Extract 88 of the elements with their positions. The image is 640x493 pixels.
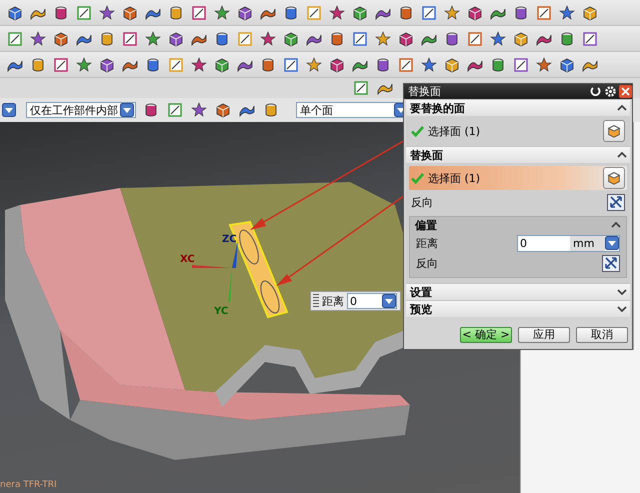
checkmark-icon: [411, 126, 424, 136]
collapse-icon[interactable]: [617, 104, 627, 112]
cube-icon[interactable]: [167, 30, 185, 48]
cube-icon[interactable]: [581, 4, 599, 22]
distance-label: 距离: [416, 236, 438, 250]
star-icon[interactable]: [443, 4, 461, 22]
distance-field[interactable]: 0: [347, 293, 397, 309]
cube-icon[interactable]: [282, 30, 300, 48]
frame-icon[interactable]: [236, 30, 254, 48]
cube-icon[interactable]: [512, 30, 530, 48]
star-icon[interactable]: [328, 4, 346, 22]
frame-icon[interactable]: [305, 4, 323, 22]
settings-icon[interactable]: [604, 85, 617, 98]
cube-icon[interactable]: [351, 4, 369, 22]
cube-icon[interactable]: [121, 4, 139, 22]
cube-icon: [606, 170, 622, 186]
frame-icon[interactable]: [351, 30, 369, 48]
frame-icon[interactable]: [52, 56, 70, 74]
cube-icon[interactable]: [52, 30, 70, 48]
cube-icon[interactable]: [6, 4, 24, 22]
view-name: nera TFR-TRI: [0, 480, 57, 490]
star-icon[interactable]: [374, 30, 392, 48]
section-header[interactable]: 要替换的面: [406, 99, 630, 116]
star-icon[interactable]: [144, 30, 162, 48]
star-icon[interactable]: [213, 4, 231, 22]
distance-field[interactable]: 0 mm: [517, 234, 620, 252]
dialog-button[interactable]: 取消: [576, 327, 628, 343]
cube-icon[interactable]: [213, 56, 231, 74]
frame-icon[interactable]: [121, 30, 139, 48]
dialog-title: 替换面: [408, 84, 442, 99]
frame-icon[interactable]: [420, 4, 438, 22]
cube-icon[interactable]: [98, 56, 116, 74]
star-icon[interactable]: [259, 30, 277, 48]
star-icon[interactable]: [420, 56, 438, 74]
frame-icon[interactable]: [190, 4, 208, 22]
star-icon[interactable]: [190, 56, 208, 74]
select-face-label: 选择面 (1): [428, 124, 480, 138]
star-icon[interactable]: [489, 30, 507, 48]
close-icon[interactable]: [619, 85, 632, 98]
axis-label: ZC: [222, 234, 237, 245]
frame-icon[interactable]: [352, 79, 370, 97]
star-icon[interactable]: [29, 30, 47, 48]
reverse-label: 反向: [411, 194, 433, 210]
axis-label: XC: [180, 254, 195, 265]
frame-icon[interactable]: [6, 30, 24, 48]
dialog-button[interactable]: < 确定 >: [460, 327, 512, 343]
cube-icon[interactable]: [558, 56, 576, 74]
distance-label: 距离: [322, 294, 344, 308]
star-icon[interactable]: [190, 101, 208, 119]
star-icon[interactable]: [75, 56, 93, 74]
star-icon[interactable]: [535, 56, 553, 74]
checkmark-icon: [411, 172, 424, 184]
frame-icon[interactable]: [397, 56, 415, 74]
filter-dropdown[interactable]: 仅在工作部件内部: [26, 102, 136, 118]
frame-icon[interactable]: [581, 30, 599, 48]
cube-icon[interactable]: [466, 4, 484, 22]
section-header[interactable]: 偏置: [414, 217, 622, 233]
axis-label: YC: [214, 306, 228, 317]
frame-icon[interactable]: [166, 101, 184, 119]
cube-icon[interactable]: [236, 4, 254, 22]
select-face-label: 选择面 (1): [428, 170, 480, 186]
reset-icon[interactable]: [589, 85, 602, 98]
cube-icon[interactable]: [214, 101, 232, 119]
reverse-label: 反向: [416, 256, 438, 270]
reverse-direction-button[interactable]: [607, 194, 625, 210]
frame-icon[interactable]: [75, 4, 93, 22]
frame-icon[interactable]: [167, 56, 185, 74]
cube-icon: [606, 123, 622, 139]
cube-icon[interactable]: [443, 56, 461, 74]
face-selection-row[interactable]: 选择面 (1): [409, 166, 627, 190]
section-header[interactable]: 预览: [406, 300, 630, 317]
section-header[interactable]: 替换面: [406, 146, 630, 163]
select-face-button[interactable]: [603, 167, 625, 189]
star-icon[interactable]: [558, 4, 576, 22]
star-icon[interactable]: [98, 4, 116, 22]
frame-icon[interactable]: [466, 30, 484, 48]
frame-icon[interactable]: [512, 56, 530, 74]
cube-icon[interactable]: [397, 30, 415, 48]
collapse-icon[interactable]: [617, 151, 627, 159]
frame-icon[interactable]: [535, 4, 553, 22]
section-header[interactable]: 设置: [406, 283, 630, 300]
collapse-icon[interactable]: [611, 221, 621, 229]
dialog-button[interactable]: 应用: [518, 327, 570, 343]
star-icon[interactable]: [305, 56, 323, 74]
cube-icon[interactable]: [328, 56, 346, 74]
select-face-button[interactable]: [603, 120, 625, 142]
frame-icon[interactable]: [282, 56, 300, 74]
reverse-direction-button[interactable]: [602, 254, 620, 272]
